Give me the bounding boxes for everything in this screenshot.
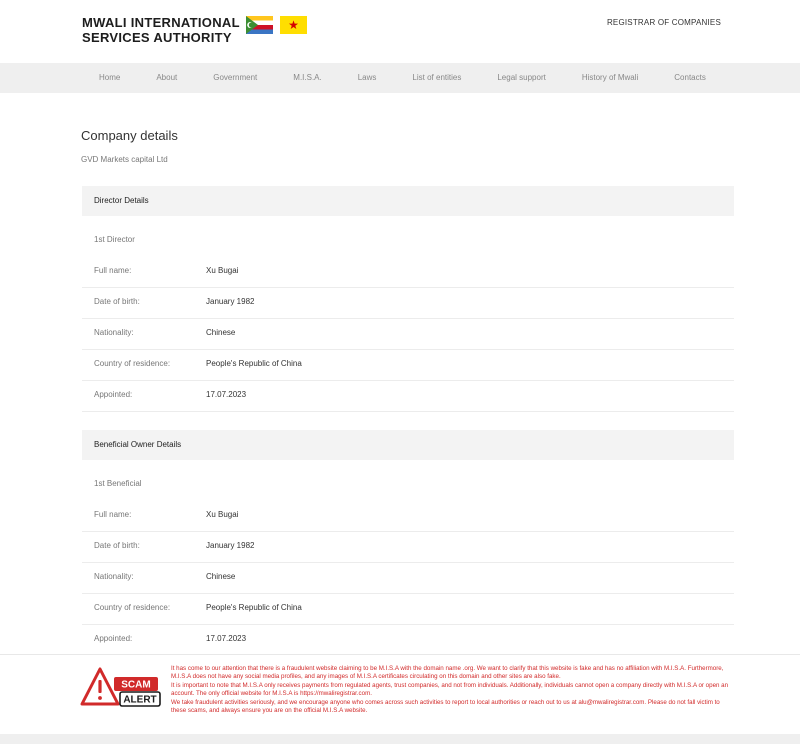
director-sub-label: 1st Director — [94, 235, 135, 244]
nav-item-home[interactable]: Home — [99, 63, 120, 93]
detail-label: Date of birth: — [94, 541, 140, 550]
registrar-of-companies-link[interactable]: REGISTRAR OF COMPANIES — [607, 18, 721, 27]
detail-value: People's Republic of China — [206, 359, 302, 368]
nav-item-legal-support[interactable]: Legal support — [497, 63, 545, 93]
detail-row: Country of residence: People's Republic … — [82, 593, 734, 625]
nav-item-government[interactable]: Government — [213, 63, 257, 93]
scam-alert-paragraph: It has come to our attention that there … — [171, 665, 724, 681]
detail-value: Xu Bugai — [206, 510, 239, 519]
nav-item-laws[interactable]: Laws — [358, 63, 377, 93]
detail-label: Country of residence: — [94, 603, 171, 612]
detail-row: Nationality: Chinese — [82, 562, 734, 594]
detail-row: Country of residence: People's Republic … — [82, 349, 734, 381]
scam-badge-text: SCAM — [121, 680, 150, 691]
page-title: Company details — [81, 128, 178, 143]
detail-row: Nationality: Chinese — [82, 318, 734, 350]
mwali-flag-icon: ★ — [280, 16, 307, 34]
detail-row: Full name: Xu Bugai — [82, 500, 734, 532]
detail-value: People's Republic of China — [206, 603, 302, 612]
nav-item-history-of-mwali[interactable]: History of Mwali — [582, 63, 638, 93]
nav-item-misa[interactable]: M.I.S.A. — [293, 63, 321, 93]
detail-label: Appointed: — [94, 634, 133, 643]
detail-value: Chinese — [206, 328, 236, 337]
scam-alert-icon: SCAM ALERT — [80, 667, 161, 707]
beneficial-owner-details-header: Beneficial Owner Details — [82, 430, 734, 460]
star-icon: ★ — [288, 18, 299, 32]
detail-row: Date of birth: January 1982 — [82, 287, 734, 319]
detail-value: Chinese — [206, 572, 236, 581]
footer-strip — [0, 734, 800, 744]
main-navigation: Home About Government M.I.S.A. Laws List… — [0, 63, 800, 93]
detail-value: 17.07.2023 — [206, 390, 247, 399]
detail-row: Appointed: 17.07.2023 — [82, 624, 734, 655]
nav-item-contacts[interactable]: Contacts — [674, 63, 706, 93]
nav-item-about[interactable]: About — [156, 63, 177, 93]
site-logo-text[interactable]: MWALI INTERNATIONAL SERVICES AUTHORITY — [82, 15, 242, 45]
alert-badge-text: ALERT — [123, 695, 156, 706]
detail-value: 17.07.2023 — [206, 634, 247, 643]
detail-label: Nationality: — [94, 328, 134, 337]
scam-alert-message: It has come to our attention that there … — [171, 665, 736, 715]
comoros-flag-icon — [246, 16, 273, 34]
detail-row: Appointed: 17.07.2023 — [82, 380, 734, 412]
detail-label: Date of birth: — [94, 297, 140, 306]
director-details-header: Director Details — [82, 186, 734, 216]
site-header: MWALI INTERNATIONAL SERVICES AUTHORITY ★… — [0, 0, 800, 63]
detail-label: Nationality: — [94, 572, 134, 581]
detail-label: Full name: — [94, 266, 132, 275]
scam-alert-paragraph: It is important to note that M.I.S.A onl… — [171, 681, 729, 698]
scam-alert-paragraph: We take fraudulent activities seriously,… — [171, 698, 720, 715]
detail-label: Country of residence: — [94, 359, 171, 368]
detail-row: Date of birth: January 1982 — [82, 531, 734, 563]
detail-label: Appointed: — [94, 390, 133, 399]
detail-row: Full name: Xu Bugai — [82, 256, 734, 288]
nav-item-list-of-entities[interactable]: List of entities — [412, 63, 461, 93]
detail-value: January 1982 — [206, 541, 255, 550]
detail-value: Xu Bugai — [206, 266, 239, 275]
detail-label: Full name: — [94, 510, 132, 519]
company-name: GVD Markets capital Ltd — [81, 155, 168, 164]
detail-value: January 1982 — [206, 297, 255, 306]
beneficial-sub-label: 1st Beneficial — [94, 479, 142, 488]
